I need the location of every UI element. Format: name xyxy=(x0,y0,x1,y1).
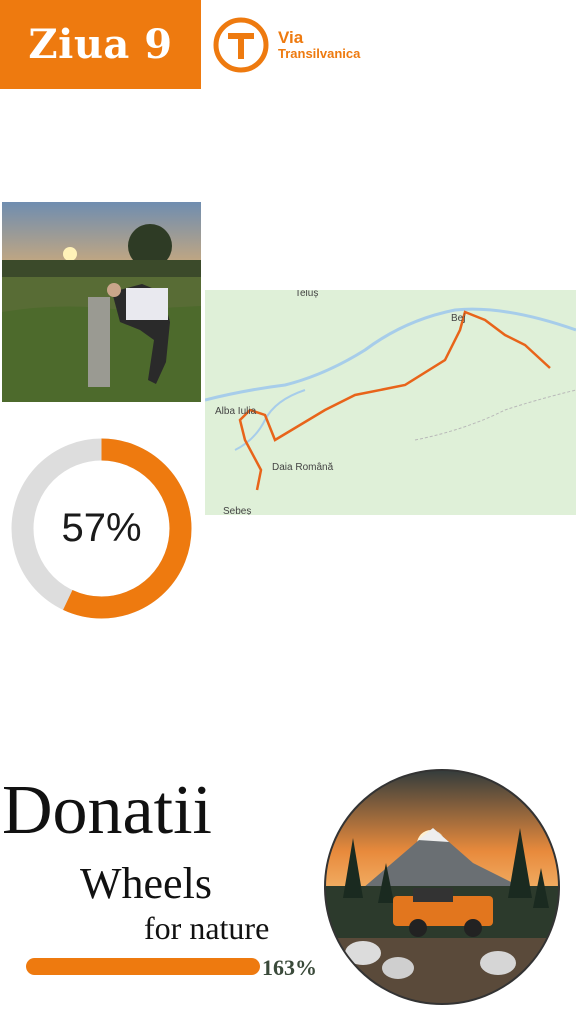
day-label: Ziua 9 xyxy=(28,21,173,68)
brand-line1: Via xyxy=(278,27,304,47)
donation-progress-bar xyxy=(26,958,260,975)
wheels-for-nature-badge xyxy=(324,769,560,1005)
map-place-alba-iulia: Alba Iulia xyxy=(215,406,257,417)
hiker-sunset-photo xyxy=(2,202,201,402)
trail-progress-label: 57% xyxy=(61,506,142,550)
day-banner: Ziua 9 xyxy=(0,0,201,89)
map-place-sebes: Sebeș xyxy=(223,506,251,515)
via-transilvanica-brand: Via Transilvanica xyxy=(212,16,360,74)
map-place-daia-romana: Daia Română xyxy=(272,462,334,473)
map-place-bej: Bej xyxy=(451,313,465,324)
map-place-telus: Teluș xyxy=(295,290,318,299)
for-nature-label: for nature xyxy=(144,910,270,946)
donation-percent-label: 163% xyxy=(262,955,317,980)
wheels-label: Wheels xyxy=(80,859,212,908)
brand-line2: Transilvanica xyxy=(278,46,361,62)
donations-title: Donatii xyxy=(2,772,212,849)
via-transilvanica-logo-icon xyxy=(213,17,269,73)
route-map: Teluș Bej Alba Iulia Daia Română Sebeș xyxy=(205,290,576,515)
